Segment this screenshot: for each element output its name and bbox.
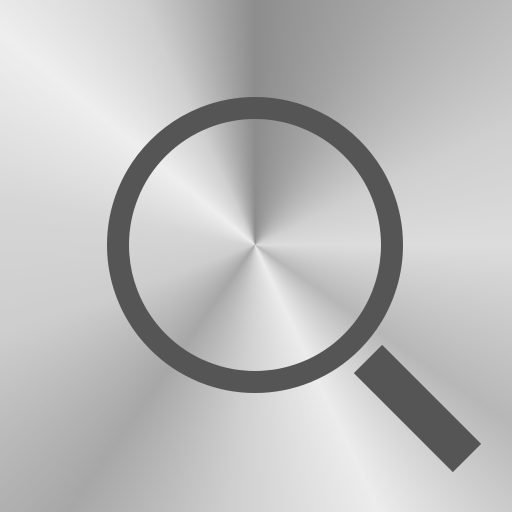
lens-ring [107,97,403,393]
handle [353,344,482,473]
search-app-icon[interactable] [0,0,512,512]
search-icon [107,97,482,473]
